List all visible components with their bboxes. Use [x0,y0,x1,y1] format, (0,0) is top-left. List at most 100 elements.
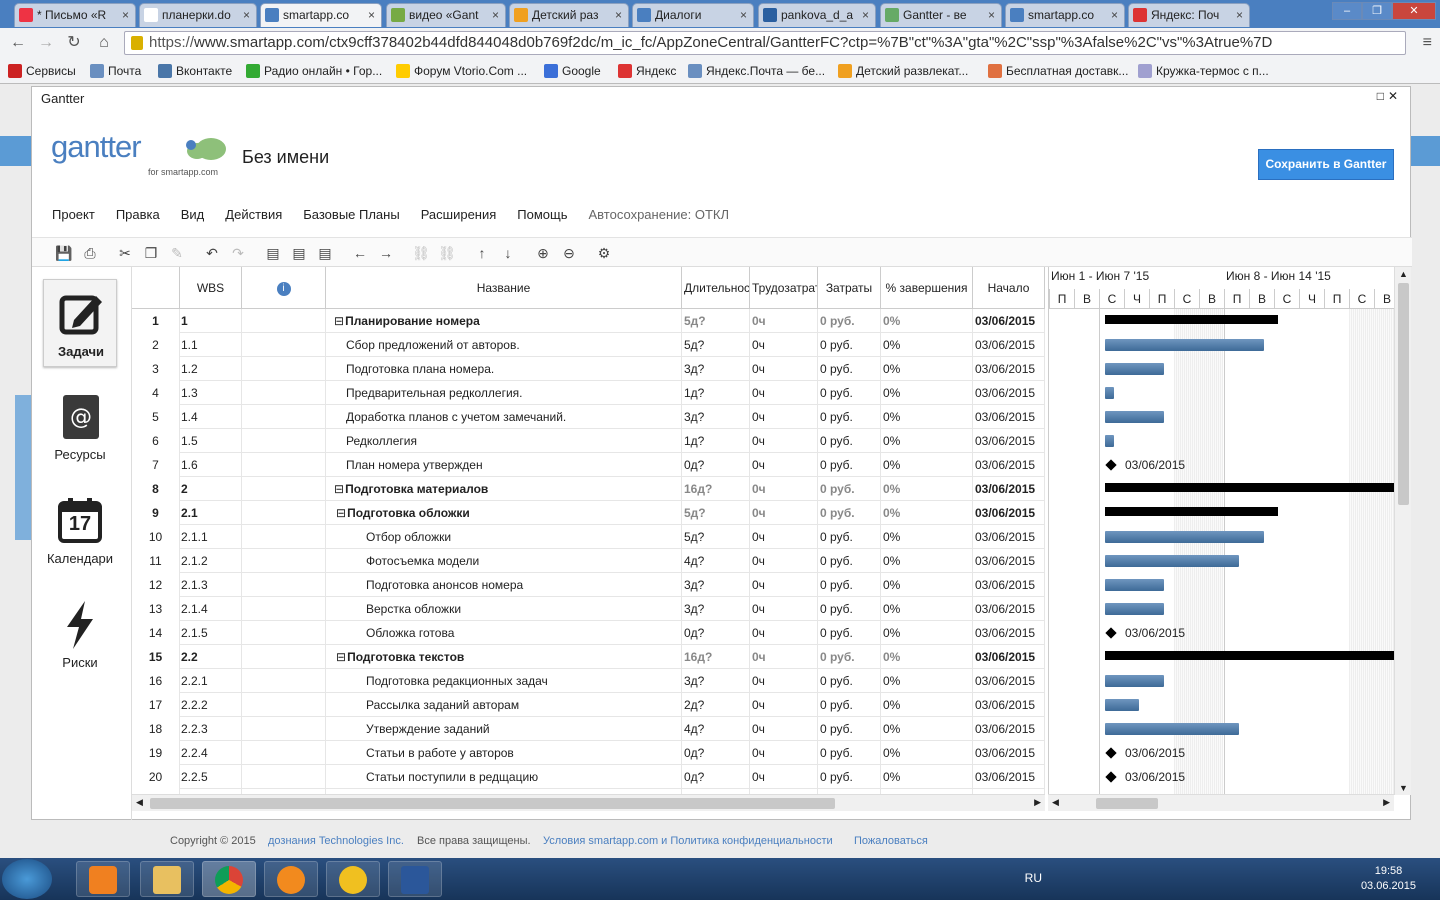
row-number[interactable]: 5 [132,405,180,429]
gantt-task-bar[interactable] [1105,579,1164,591]
cell-start[interactable]: 03/06/2015 [973,669,1045,693]
gantt-milestone[interactable] [1105,771,1117,783]
cell-percent[interactable]: 0% [881,501,973,525]
taskbar-chrome[interactable] [202,861,256,897]
cell-info[interactable] [242,477,326,501]
col-header-start[interactable]: Начало [973,267,1045,309]
gantt-task-bar[interactable] [1105,339,1264,351]
cell-cost[interactable]: 0 руб. [818,429,881,453]
close-window-button[interactable]: ✕ [1392,2,1436,20]
col-header-duration[interactable]: Длительность [682,267,750,309]
cell-cost[interactable]: 0 руб. [818,549,881,573]
cell-work[interactable]: 0ч [750,669,818,693]
cell-name[interactable]: ⊟Подготовка текстов [326,645,682,669]
table-row[interactable]: 16 2.2.1 Подготовка редакционных задач 3д? 0… [132,669,1045,693]
insert-milestone-icon[interactable]: ▤ [315,243,335,263]
row-number[interactable]: 12 [132,573,180,597]
browser-tab[interactable]: smartapp.co × [260,3,382,27]
zoom-out-icon[interactable]: ⊖ [559,243,579,263]
cell-percent[interactable]: 0% [881,405,973,429]
tab-close-icon[interactable]: × [243,4,250,26]
cell-wbs[interactable]: 2.1.4 [180,597,242,621]
forward-icon[interactable]: → [36,33,56,53]
cell-start[interactable]: 03/06/2015 [973,693,1045,717]
browser-tab[interactable]: Gantter - ве × [880,3,1002,27]
tab-close-icon[interactable]: × [1236,4,1243,26]
cell-start[interactable]: 03/06/2015 [973,573,1045,597]
cell-percent[interactable]: 0% [881,717,973,741]
table-row[interactable]: 17 2.2.2 Рассылка заданий авторам 2д? 0ч 0 ру… [132,693,1045,717]
col-header-percent[interactable]: % завершения [881,267,973,309]
outdent-icon[interactable]: ← [350,243,370,263]
gantt-task-bar[interactable] [1105,603,1164,615]
cell-work[interactable]: 0ч [750,549,818,573]
zoom-in-icon[interactable]: ⊕ [533,243,553,263]
maximize-button[interactable]: ❐ [1362,2,1392,20]
cell-percent[interactable]: 0% [881,549,973,573]
menu-item[interactable]: Вид [181,207,205,222]
cell-duration[interactable]: 0д? [682,741,750,765]
menu-item[interactable]: Правка [116,207,160,222]
scroll-up-icon[interactable]: ▲ [1399,269,1408,279]
tab-close-icon[interactable]: × [368,4,375,26]
cell-percent[interactable]: 0% [881,525,973,549]
cell-duration[interactable]: 16д? [682,645,750,669]
cell-wbs[interactable]: 1 [180,309,242,333]
cell-cost[interactable]: 0 руб. [818,525,881,549]
cell-work[interactable]: 0ч [750,405,818,429]
bookmark-item[interactable]: Радио онлайн • Гор... [246,62,382,80]
cell-start[interactable]: 03/06/2015 [973,621,1045,645]
row-number[interactable]: 18 [132,717,180,741]
cell-start[interactable]: 03/06/2015 [973,741,1045,765]
cell-percent[interactable]: 0% [881,381,973,405]
link-icon[interactable]: ⛓ [411,243,431,263]
cell-wbs[interactable]: 2.2.5 [180,765,242,789]
gantt-task-bar[interactable] [1105,699,1139,711]
cell-work[interactable]: 0ч [750,477,818,501]
cell-duration[interactable]: 3д? [682,405,750,429]
row-number[interactable]: 13 [132,597,180,621]
feedback-tab[interactable] [15,395,31,540]
undo-icon[interactable]: ↶ [202,243,222,263]
taskbar-aimp[interactable] [326,861,380,897]
table-row[interactable]: 8 2 ⊟Подготовка материалов 16д? 0ч 0 руб. 0% 03… [132,477,1045,501]
nav-tasks[interactable]: Задачи [43,279,117,367]
cell-wbs[interactable]: 2.1.2 [180,549,242,573]
gantt-task-bar[interactable] [1105,531,1264,543]
gantt-horizontal-scrollbar[interactable]: ◀ ▶ [1048,794,1394,811]
col-header-wbs[interactable]: WBS [180,267,242,309]
app-maximize-icon[interactable]: □ [1377,89,1384,103]
cell-percent[interactable]: 0% [881,573,973,597]
system-clock[interactable]: 19:58 03.06.2015 [1361,864,1416,894]
document-title[interactable]: Без имени [242,147,329,168]
scroll-right-icon[interactable]: ▶ [1034,797,1041,808]
cell-name[interactable]: Сбор предложений от авторов. [326,333,682,357]
cell-work[interactable]: 0ч [750,429,818,453]
language-indicator[interactable]: RU [1025,871,1042,885]
cell-name[interactable]: Верстка обложки [326,597,682,621]
cell-name[interactable]: Отбор обложки [326,525,682,549]
cell-duration[interactable]: 3д? [682,573,750,597]
cell-info[interactable] [242,309,326,333]
gantt-task-bar[interactable] [1105,363,1164,375]
cell-work[interactable]: 0ч [750,333,818,357]
scroll-left-icon[interactable]: ◀ [136,797,143,808]
cell-name[interactable]: ⊟Подготовка обложки [326,501,682,525]
unlink-icon[interactable]: ⛓ [437,243,457,263]
cell-cost[interactable]: 0 руб. [818,693,881,717]
cell-wbs[interactable]: 1.6 [180,453,242,477]
row-number[interactable]: 19 [132,741,180,765]
browser-tab[interactable]: Яндекс: Поч × [1128,3,1250,27]
taskbar-word[interactable] [388,861,442,897]
footer-terms-link[interactable]: Условия smartapp.com и Политика конфиден… [543,835,833,847]
cell-wbs[interactable]: 2.2.4 [180,741,242,765]
cell-start[interactable]: 03/06/2015 [973,333,1045,357]
bookmark-item[interactable]: Кружка-термос с п... [1138,62,1269,80]
table-row[interactable]: 19 2.2.4 Статьи в работе у авторов 0д? 0ч 0 р… [132,741,1045,765]
cell-start[interactable]: 03/06/2015 [973,453,1045,477]
cell-wbs[interactable]: 1.5 [180,429,242,453]
gantt-scroll-right-icon[interactable]: ▶ [1383,797,1390,808]
cell-name[interactable]: Статьи в работе у авторов [326,741,682,765]
move-down-icon[interactable]: ↓ [498,243,518,263]
home-icon[interactable]: ⌂ [94,33,114,53]
